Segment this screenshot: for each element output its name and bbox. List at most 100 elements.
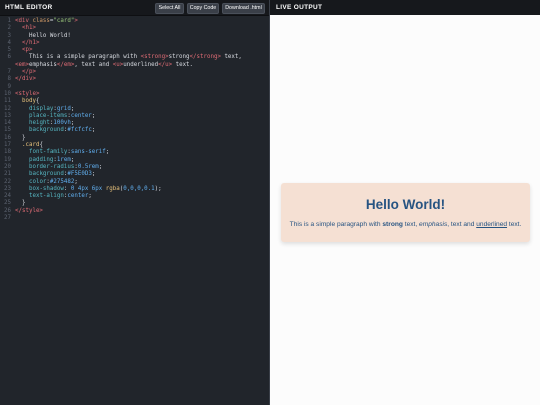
code-token: #F5E0D3 [67, 171, 92, 178]
output-pane: LIVE OUTPUT Hello World! This is a simpl… [270, 0, 540, 405]
line-number: 4 [7, 39, 12, 46]
code-token: <h1> [21, 25, 36, 32]
code-token: ; [88, 193, 92, 200]
code-token: body [21, 98, 36, 105]
code-line: 13 place-items:center; [0, 113, 269, 120]
code-token: ; [70, 105, 75, 112]
code-token: </h1> [21, 39, 40, 46]
line-number: 15 [4, 127, 11, 134]
code-text: <style> [15, 91, 39, 98]
line-number: 7 [7, 69, 12, 76]
para-prefix: This is a simple paragraph with [289, 221, 383, 228]
code-token: center [70, 112, 92, 119]
code-token: , text and [74, 61, 113, 68]
code-token: strong [168, 54, 190, 61]
code-text: <em>emphasis</em>, text and <u>underline… [15, 62, 193, 69]
line-number: 12 [4, 105, 11, 112]
code-line: 14 height:100vh; [0, 120, 269, 127]
code-token: <em> [15, 61, 29, 68]
code-token: rgba [105, 185, 120, 192]
copy-code-button[interactable]: Copy Code [187, 3, 219, 14]
code-token: ; [91, 112, 96, 119]
code-token: </style> [15, 207, 43, 214]
code-token: #275482 [49, 178, 75, 185]
code-token: </p> [21, 69, 36, 76]
code-token: background [28, 171, 64, 178]
code-text: padding:1rem; [15, 157, 74, 164]
code-text: </style> [15, 208, 43, 215]
line-number: 18 [4, 149, 11, 156]
code-token: place-items [28, 112, 68, 119]
code-token: display [28, 105, 54, 112]
line-number: 19 [4, 156, 11, 163]
code-line: 20 border-radius:0.5rem; [0, 164, 269, 171]
preview-paragraph: This is a simple paragraph with strong t… [281, 221, 530, 228]
code-line: 12 display:grid; [0, 106, 269, 113]
preview-heading: Hello World! [365, 197, 446, 212]
code-token: sans-serif [70, 149, 106, 156]
code-text: <div class="card"> [15, 18, 78, 25]
line-number: 22 [4, 178, 11, 185]
code-text: .card{ [15, 142, 43, 149]
code-text: display:grid; [15, 106, 74, 113]
line-number: 14 [4, 120, 11, 127]
line-number: 25 [4, 200, 11, 207]
code-token: .card [21, 142, 40, 149]
line-number: 1 [7, 18, 12, 24]
code-token: class [32, 18, 50, 24]
editor-header: HTML EDITOR Select All Copy Code Downloa… [0, 0, 269, 16]
code-editor[interactable]: 1 <div class="card"> 2 <h1> 3 Hello World! 4… [0, 18, 269, 405]
code-token: </em> [56, 61, 75, 68]
code-token: #fcfcfc [67, 127, 92, 134]
code-text: </p> [15, 69, 36, 76]
code-token: height [28, 120, 50, 127]
code-token: Hello World! [15, 32, 71, 39]
para-mid2: , text and [447, 221, 477, 228]
code-token: { [35, 98, 40, 105]
code-token: ; [74, 178, 78, 185]
code-token: <u> [112, 61, 124, 68]
code-text: </h1> [15, 40, 39, 47]
code-text: background:#F5E0D3; [15, 171, 95, 178]
code-line: 1 <div class="card"> [0, 18, 269, 25]
line-number: 27 [4, 215, 11, 222]
line-number: 16 [4, 134, 11, 141]
download-html-button[interactable]: Download .html [222, 3, 265, 14]
code-line: 26 </style> [0, 208, 269, 215]
code-token: text, [220, 54, 242, 61]
code-token: } [15, 134, 26, 141]
code-line: 8 </div> [0, 76, 269, 83]
line-number: 8 [7, 76, 12, 83]
line-number: 11 [4, 98, 11, 105]
code-token: ; [105, 149, 110, 156]
code-line: 5 <p> [0, 47, 269, 54]
code-line: 24 text-align:center; [0, 193, 269, 200]
line-number: 6 [7, 54, 12, 61]
code-text: This is a simple paragraph with <strong>… [15, 54, 242, 61]
code-line: 2 <h1> [0, 25, 269, 32]
editor-pane: HTML EDITOR Select All Copy Code Downloa… [0, 0, 269, 405]
code-token: ; [98, 163, 103, 170]
code-token: </strong> [189, 54, 221, 61]
code-token: </u> [158, 61, 173, 68]
code-text: Hello World! [15, 33, 71, 40]
code-line: 25 } [0, 200, 269, 207]
code-line: 9 [0, 84, 269, 91]
code-token: center [67, 193, 89, 200]
line-number: 20 [4, 163, 11, 170]
code-token: ; [70, 120, 75, 127]
select-all-button[interactable]: Select All [155, 3, 184, 14]
